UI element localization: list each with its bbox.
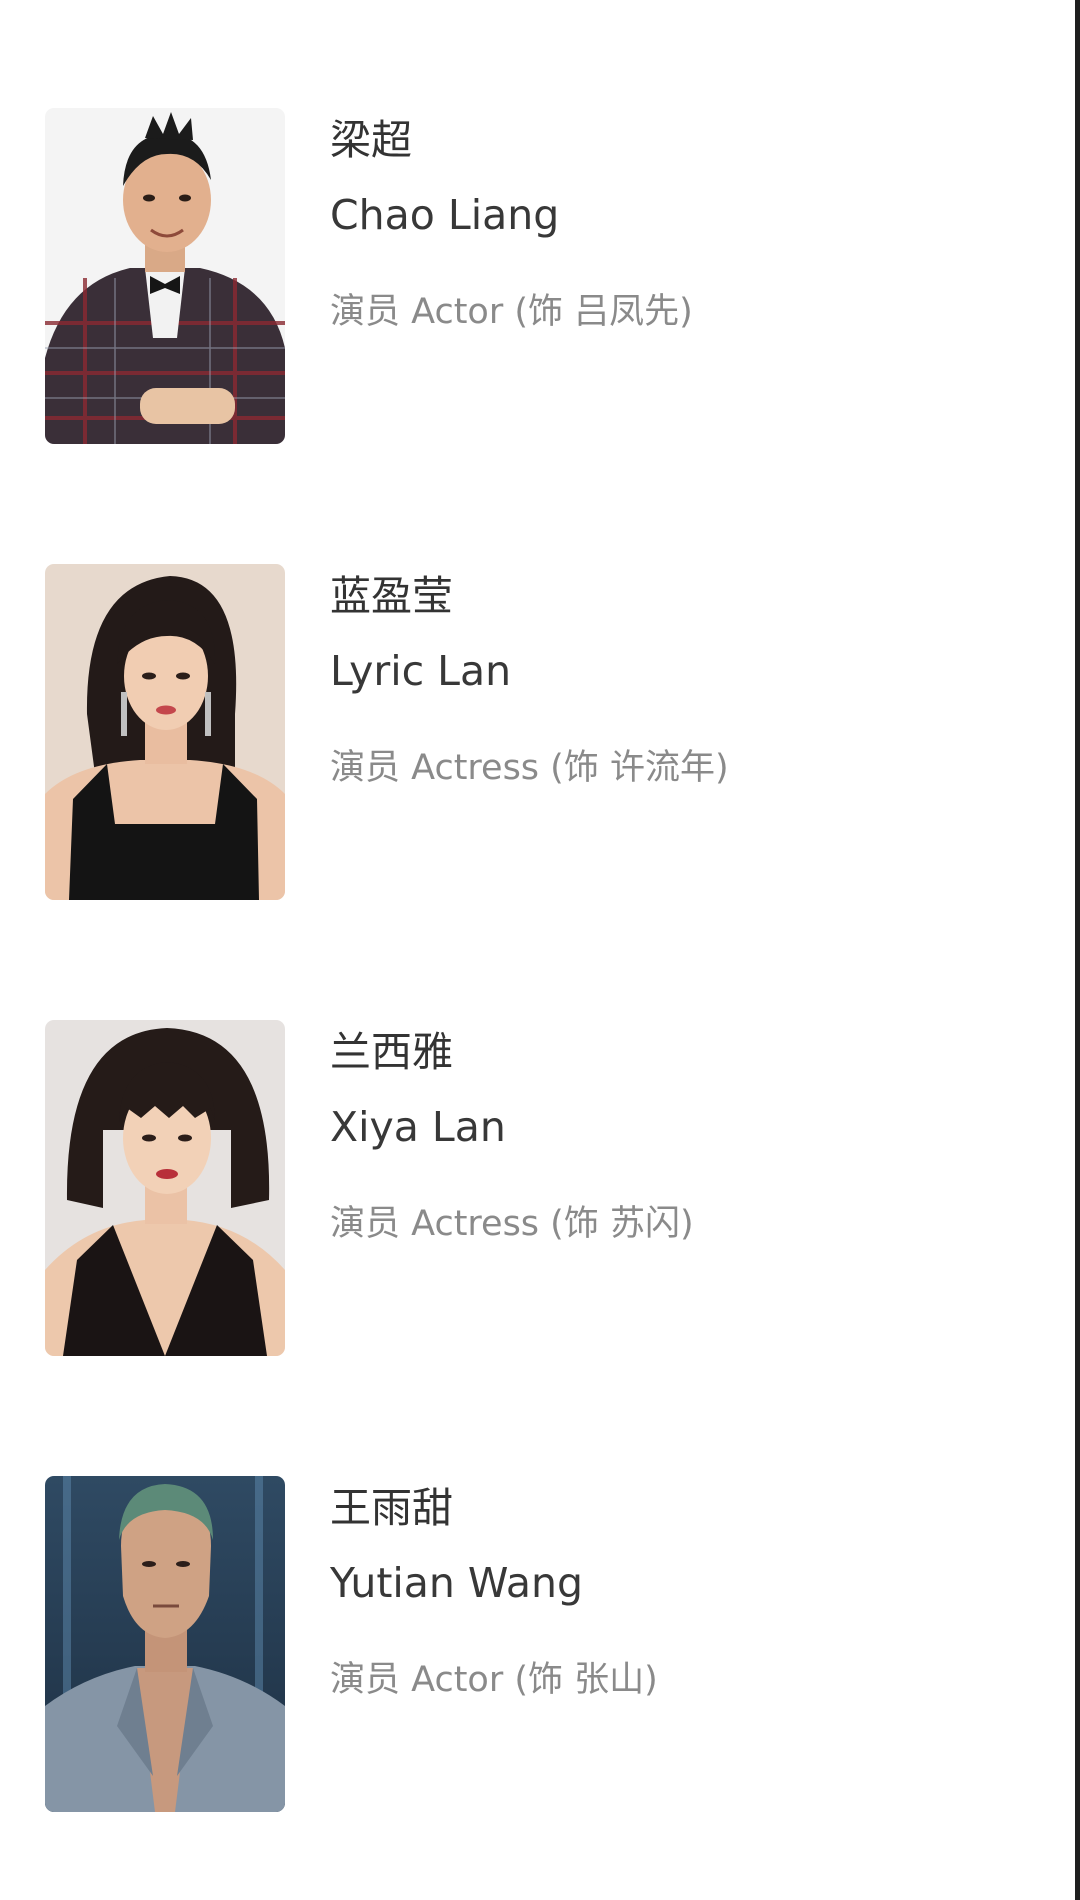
- portrait-image: [45, 1020, 285, 1356]
- portrait-image: [45, 564, 285, 900]
- cast-card[interactable]: 梁超 Chao Liang 演员 Actor (饰 吕凤先): [45, 108, 1045, 444]
- cast-name-chinese: 梁超: [330, 116, 412, 164]
- cast-role: 演员 Actor (饰 张山): [330, 1660, 658, 1700]
- portrait-image: [45, 1476, 285, 1812]
- cast-role: 演员 Actress (饰 许流年): [330, 748, 729, 788]
- cast-name-chinese: 王雨甜: [330, 1484, 453, 1532]
- cast-role: 演员 Actor (饰 吕凤先): [330, 292, 693, 332]
- cast-photo[interactable]: [45, 564, 285, 900]
- cast-name-english: Lyric Lan: [330, 647, 512, 695]
- cast-card[interactable]: 王雨甜 Yutian Wang 演员 Actor (饰 张山): [45, 1476, 1045, 1812]
- right-edge-border: [1075, 0, 1080, 1900]
- portrait-image: [45, 108, 285, 444]
- cast-name-english: Chao Liang: [330, 191, 560, 239]
- cast-name-english: Yutian Wang: [330, 1559, 583, 1607]
- cast-page: 梁超 Chao Liang 演员 Actor (饰 吕凤先) 蓝盈莹 Lyric…: [0, 0, 1075, 1900]
- cast-photo[interactable]: [45, 1476, 285, 1812]
- cast-name-chinese: 蓝盈莹: [330, 572, 453, 620]
- cast-role: 演员 Actress (饰 苏闪): [330, 1204, 694, 1244]
- cast-photo[interactable]: [45, 108, 285, 444]
- cast-card[interactable]: 兰西雅 Xiya Lan 演员 Actress (饰 苏闪): [45, 1020, 1045, 1356]
- cast-name-chinese: 兰西雅: [330, 1028, 453, 1076]
- cast-name-english: Xiya Lan: [330, 1103, 506, 1151]
- cast-photo[interactable]: [45, 1020, 285, 1356]
- cast-card[interactable]: 蓝盈莹 Lyric Lan 演员 Actress (饰 许流年): [45, 564, 1045, 900]
